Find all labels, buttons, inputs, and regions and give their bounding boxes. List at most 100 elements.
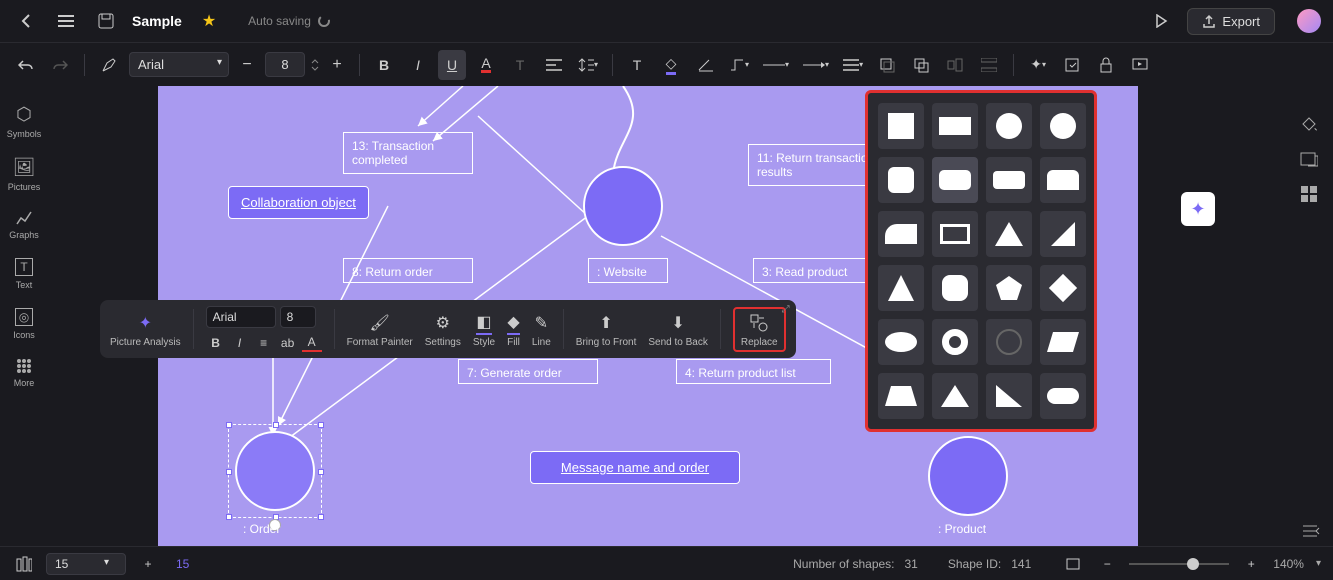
shape-right-tri-tall[interactable] [1040, 211, 1086, 257]
bucket-icon[interactable] [1300, 116, 1318, 134]
message-name-label[interactable]: Message name and order [530, 451, 740, 484]
shape-round-square[interactable] [932, 265, 978, 311]
favorite-star-icon[interactable]: ★ [202, 11, 216, 31]
shape-pill-rect[interactable] [986, 157, 1032, 203]
present-button[interactable] [1126, 50, 1154, 80]
shape-square[interactable] [878, 103, 924, 149]
shape-frame[interactable] [932, 211, 978, 257]
shape-rect-wide[interactable] [932, 103, 978, 149]
ctx-fill[interactable]: ◆Fill [507, 311, 520, 348]
font-size-input[interactable]: 8 [265, 52, 305, 77]
layers-panel-icon[interactable] [1300, 152, 1318, 168]
ctx-italic[interactable]: I [230, 334, 250, 352]
underline-button[interactable]: U [438, 50, 466, 80]
shape-terminator[interactable] [1040, 373, 1086, 419]
website-circle[interactable] [583, 166, 663, 246]
ctx-bring-front[interactable]: ⬆Bring to Front [576, 311, 637, 348]
node-4[interactable]: 4: Return product list [676, 359, 831, 384]
redo-button[interactable] [46, 50, 74, 80]
back-button[interactable] [12, 7, 40, 35]
align-button[interactable] [540, 50, 568, 80]
website-label[interactable]: : Website [588, 258, 668, 283]
save-icon[interactable] [92, 7, 120, 35]
connector-button[interactable]: ▾ [725, 50, 753, 80]
text-tool-button[interactable]: T [623, 50, 651, 80]
ctx-font-color[interactable]: A [302, 334, 322, 352]
zoom-out-button[interactable]: − [1095, 552, 1119, 576]
highlight-button[interactable]: ◇ [657, 50, 685, 80]
shape-trapezoid[interactable] [878, 373, 924, 419]
ctx-replace[interactable]: Replace [733, 307, 786, 352]
zoom-slider-handle[interactable] [1187, 558, 1199, 570]
shape-circle-solid[interactable] [1040, 103, 1086, 149]
sidebar-item-icons[interactable]: ◎Icons [13, 308, 35, 340]
shape-round-snip[interactable] [878, 211, 924, 257]
ctx-line[interactable]: ✎Line [532, 311, 551, 348]
shape-round-rect-wide[interactable] [932, 157, 978, 203]
sidebar-item-text[interactable]: TText [15, 258, 33, 290]
page-select[interactable]: 15▾ [46, 553, 126, 575]
zoom-slider[interactable] [1129, 563, 1229, 565]
ctx-style[interactable]: ◧Style [473, 311, 495, 348]
text-effect-button[interactable]: T [506, 50, 534, 80]
lock-button[interactable] [1092, 50, 1120, 80]
line-style-button[interactable]: ▾ [759, 50, 793, 80]
play-button[interactable] [1147, 7, 1175, 35]
pen-tool-button[interactable] [691, 50, 719, 80]
shape-parallelogram[interactable] [1040, 319, 1086, 365]
sidebar-item-graphs[interactable]: Graphs [9, 210, 39, 240]
ctx-bold[interactable]: B [206, 334, 226, 352]
sidebar-item-pictures[interactable]: 🖼Pictures [8, 157, 41, 192]
grid-panel-icon[interactable] [1301, 186, 1317, 202]
pin-icon[interactable]: ⤢ [782, 304, 790, 315]
bold-button[interactable]: B [370, 50, 398, 80]
node-13[interactable]: 13: Transaction completed [343, 132, 473, 174]
align-objects-button[interactable] [941, 50, 969, 80]
shape-round-rect[interactable] [878, 157, 924, 203]
distribute-button[interactable] [975, 50, 1003, 80]
list-button[interactable]: ▾ [839, 50, 867, 80]
node-8[interactable]: 8: Return order [343, 258, 473, 283]
font-size-stepper-icon[interactable] [311, 58, 319, 72]
shape-tab-rect[interactable] [1040, 157, 1086, 203]
ctx-font-select[interactable]: Arial [206, 306, 276, 328]
font-size-decrement[interactable]: − [235, 50, 259, 80]
ai-assist-button[interactable]: ✦ [1181, 192, 1215, 226]
shape-triangle-iso[interactable] [878, 265, 924, 311]
font-color-button[interactable]: A [472, 50, 500, 80]
zoom-in-button[interactable]: + [1239, 552, 1263, 576]
product-circle[interactable] [928, 436, 1008, 516]
node-7[interactable]: 7: Generate order [458, 359, 598, 384]
shape-donut[interactable] [932, 319, 978, 365]
export-button[interactable]: Export [1187, 8, 1275, 35]
copy-button[interactable] [907, 50, 935, 80]
line-spacing-button[interactable]: ▾ [574, 50, 602, 80]
fit-width-icon[interactable] [1061, 552, 1085, 576]
edit-button[interactable] [1058, 50, 1086, 80]
undo-button[interactable] [12, 50, 40, 80]
add-page-button[interactable]: + [136, 552, 160, 576]
shape-triangle[interactable] [986, 211, 1032, 257]
shadow-button[interactable] [873, 50, 901, 80]
ctx-picture-analysis[interactable]: ✦ Picture Analysis [110, 311, 181, 348]
ai-sparkle-button[interactable]: ✦▾ [1024, 50, 1052, 80]
menu-button[interactable] [52, 7, 80, 35]
ctx-align[interactable]: ≡ [254, 334, 274, 352]
shape-diamond[interactable] [1040, 265, 1086, 311]
ctx-settings[interactable]: ⚙Settings [425, 311, 461, 348]
shape-ring[interactable] [986, 319, 1032, 365]
italic-button[interactable]: I [404, 50, 432, 80]
sidebar-item-symbols[interactable]: ⬡Symbols [7, 104, 42, 139]
shape-triangle2[interactable] [932, 373, 978, 419]
node-3[interactable]: 3: Read product [753, 258, 883, 283]
ctx-format-painter[interactable]: 🖌Format Painter [347, 311, 413, 348]
collapse-panel-icon[interactable] [1303, 524, 1321, 538]
shape-pentagon[interactable] [986, 265, 1032, 311]
shape-circle[interactable] [986, 103, 1032, 149]
arrow-style-button[interactable]: ▾ [799, 50, 833, 80]
font-size-increment[interactable]: + [325, 50, 349, 80]
shape-right-tri[interactable] [986, 373, 1032, 419]
format-painter-button[interactable] [95, 50, 123, 80]
ctx-strikethrough[interactable]: ab [278, 334, 298, 352]
pages-panel-icon[interactable] [12, 552, 36, 576]
